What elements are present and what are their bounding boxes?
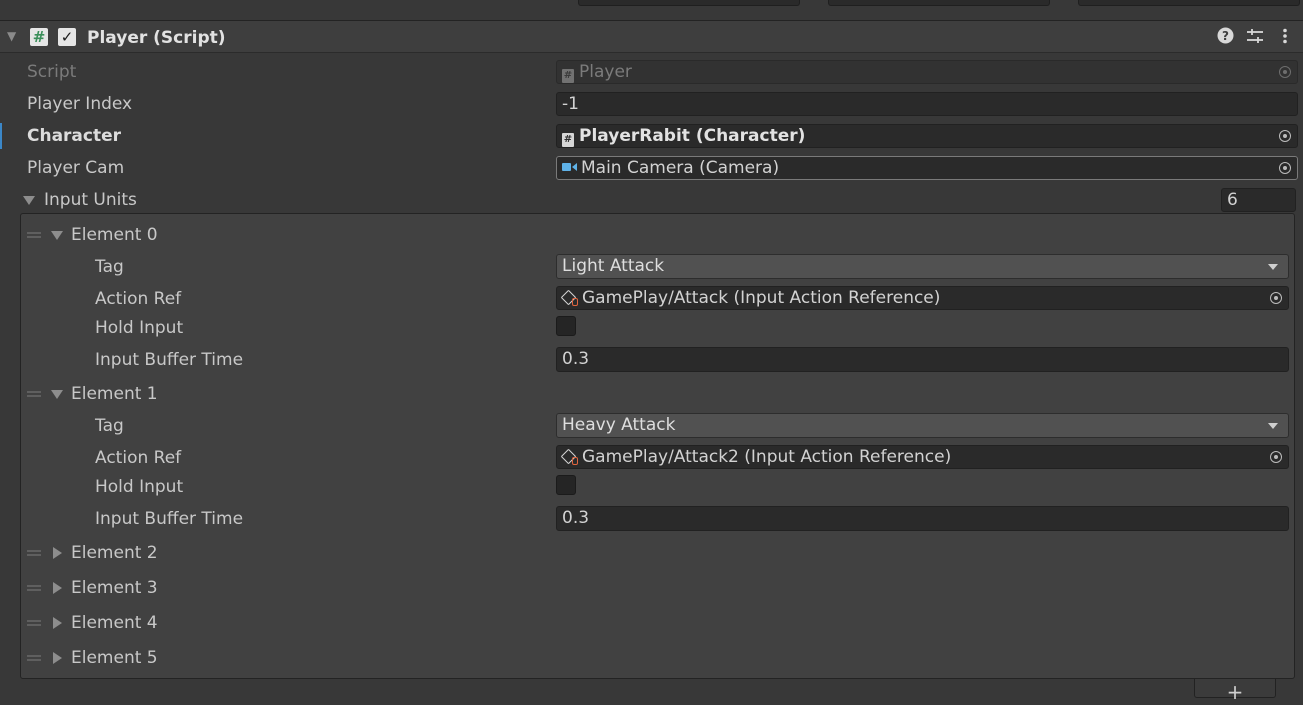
drag-handle-icon[interactable] [27, 653, 41, 663]
element-foldout-icon[interactable] [51, 390, 63, 399]
input-buffer-time-label: Input Buffer Time [95, 350, 244, 370]
tag-label: Tag [95, 416, 124, 436]
dropdown-arrow-icon [1268, 264, 1278, 270]
input-action-icon [562, 450, 578, 465]
tag-value: Light Attack [562, 256, 665, 276]
script-icon: # [30, 28, 48, 46]
script-icon: # [562, 69, 574, 83]
drag-handle-icon[interactable] [27, 230, 41, 240]
element-label[interactable]: Element 5 [71, 647, 158, 669]
element-label[interactable]: Element 4 [71, 612, 158, 634]
script-value: Player [579, 62, 632, 82]
help-icon[interactable]: ? [1215, 27, 1235, 48]
character-field[interactable]: # PlayerRabit (Character) [556, 124, 1298, 148]
action-ref-field[interactable]: GamePlay/Attack2 (Input Action Reference… [556, 445, 1289, 469]
player-cam-label: Player Cam [27, 158, 125, 178]
player-cam-field[interactable]: Main Camera (Camera) [556, 156, 1298, 180]
add-element-button[interactable]: + [1194, 679, 1276, 704]
element-label[interactable]: Element 3 [71, 577, 158, 599]
player-index-label: Player Index [27, 94, 133, 114]
player-cam-value: Main Camera (Camera) [581, 158, 780, 178]
input-units-foldout-icon[interactable] [23, 196, 35, 205]
drag-handle-icon[interactable] [27, 548, 41, 558]
element-foldout-icon[interactable] [51, 231, 63, 240]
input-units-size-input[interactable]: 6 [1221, 188, 1296, 212]
object-picker-icon[interactable] [1270, 451, 1282, 463]
tag-value: Heavy Attack [562, 415, 676, 435]
action-ref-label: Action Ref [95, 448, 182, 468]
element-foldout-icon[interactable] [53, 547, 62, 559]
more-menu-icon[interactable] [1275, 28, 1295, 48]
hold-input-label: Hold Input [95, 477, 184, 497]
character-value: PlayerRabit (Character) [579, 126, 806, 146]
tag-dropdown[interactable]: Light Attack [556, 254, 1289, 279]
foldout-arrow-icon[interactable]: ▼ [7, 29, 16, 43]
action-ref-field[interactable]: GamePlay/Attack (Input Action Reference) [556, 286, 1289, 310]
tag-dropdown[interactable]: Heavy Attack [556, 413, 1289, 438]
hold-input-checkbox[interactable] [556, 316, 576, 336]
component-title: Player (Script) [87, 28, 226, 48]
drag-handle-icon[interactable] [27, 389, 41, 399]
object-picker-icon [1279, 66, 1291, 78]
drag-handle-icon[interactable] [27, 618, 41, 628]
player-index-input[interactable]: -1 [556, 92, 1298, 116]
object-picker-icon[interactable] [1279, 130, 1291, 142]
camera-icon [562, 162, 577, 172]
action-ref-label: Action Ref [95, 289, 182, 309]
element-foldout-icon[interactable] [53, 652, 62, 664]
previous-field [1078, 0, 1300, 6]
tag-label: Tag [95, 257, 124, 277]
enabled-checkbox[interactable]: ✓ [58, 28, 76, 46]
input-buffer-time-label: Input Buffer Time [95, 509, 244, 529]
selected-row-indicator [0, 123, 2, 149]
element-foldout-icon[interactable] [53, 617, 62, 629]
element-label[interactable]: Element 1 [71, 383, 158, 405]
previous-field [828, 0, 1050, 6]
script-field: # Player [556, 60, 1298, 84]
element-label[interactable]: Element 0 [71, 224, 158, 246]
dropdown-arrow-icon [1268, 423, 1278, 429]
hold-input-checkbox[interactable] [556, 475, 576, 495]
input-buffer-time-input[interactable]: 0.3 [556, 506, 1289, 531]
element-foldout-icon[interactable] [53, 582, 62, 594]
input-units-label[interactable]: Input Units [44, 189, 137, 211]
action-ref-value: GamePlay/Attack2 (Input Action Reference… [582, 447, 952, 467]
character-label: Character [27, 126, 122, 146]
object-picker-icon[interactable] [1270, 292, 1282, 304]
input-buffer-time-input[interactable]: 0.3 [556, 347, 1289, 372]
element-label[interactable]: Element 2 [71, 542, 158, 564]
script-icon: # [562, 133, 574, 147]
hold-input-label: Hold Input [95, 318, 184, 338]
presets-icon[interactable] [1245, 28, 1265, 48]
drag-handle-icon[interactable] [27, 583, 41, 593]
previous-field [578, 0, 800, 6]
action-ref-value: GamePlay/Attack (Input Action Reference) [582, 288, 941, 308]
input-action-icon [562, 291, 578, 306]
script-label: Script [27, 62, 77, 82]
svg-text:?: ? [1222, 29, 1229, 43]
object-picker-icon[interactable] [1279, 162, 1291, 174]
